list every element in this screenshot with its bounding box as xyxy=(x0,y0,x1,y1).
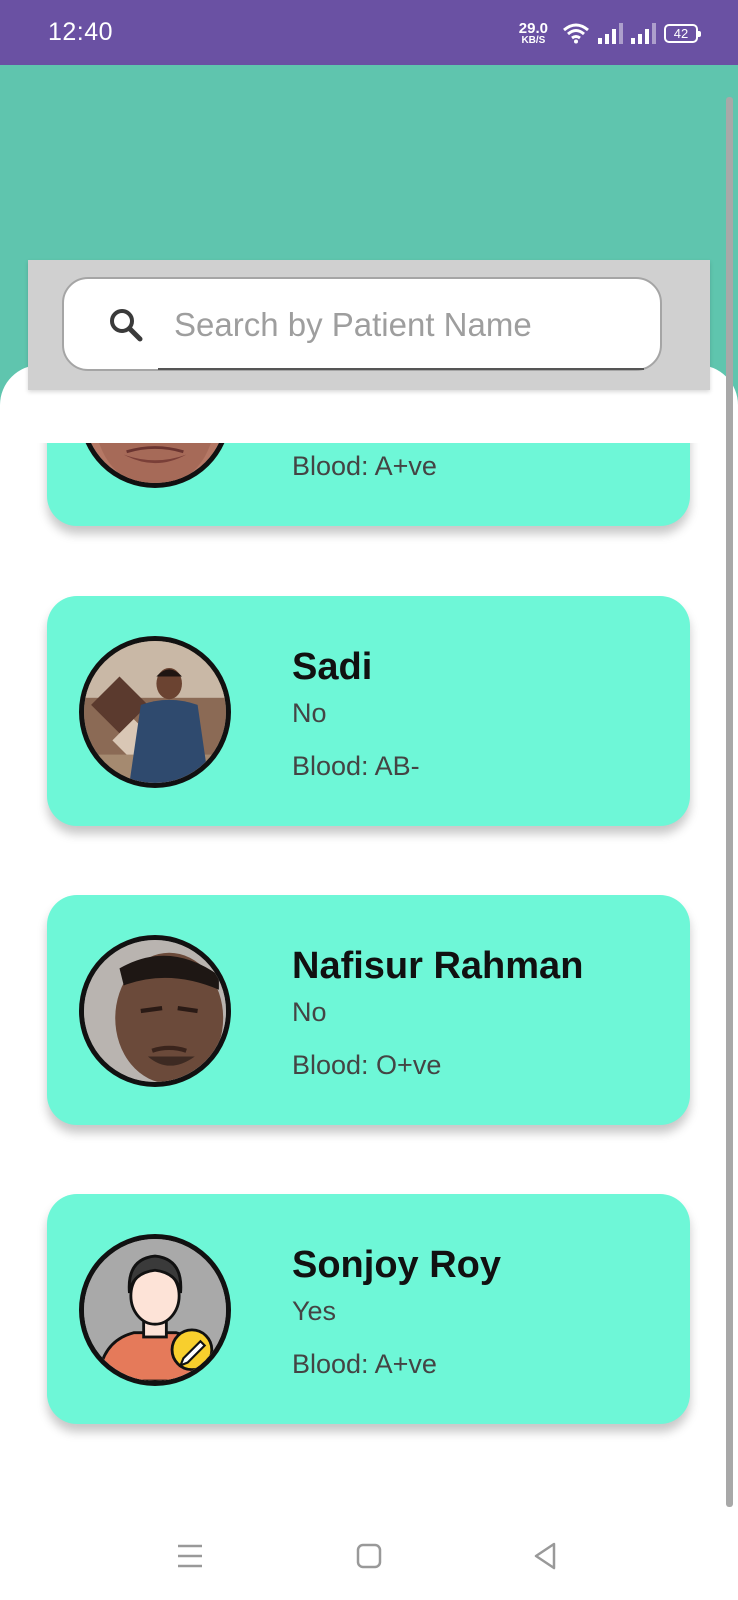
home-icon[interactable] xyxy=(349,1536,389,1576)
patient-avatar xyxy=(79,935,231,1087)
patient-blood-group: Blood: A+ve xyxy=(292,1349,437,1379)
status-bar: 12:40 29.0 KB/S 42 xyxy=(0,0,738,65)
patient-avatar xyxy=(79,1234,231,1386)
search-container xyxy=(28,260,710,390)
patient-card[interactable]: Sadi No Blood: AB- xyxy=(47,596,690,826)
patient-avatar xyxy=(79,443,231,488)
menu-icon[interactable] xyxy=(170,1536,210,1576)
network-speed-unit: KB/S xyxy=(521,34,546,46)
search-underline xyxy=(158,368,644,370)
status-time: 12:40 xyxy=(48,18,114,46)
patient-name: Sonjoy Roy xyxy=(292,1244,502,1286)
patient-name: Nafisur Rahman xyxy=(292,945,584,987)
patient-photo xyxy=(84,940,226,1082)
patient-avatar xyxy=(79,636,231,788)
patient-photo xyxy=(84,443,226,483)
patient-list[interactable]: Blood: A+ve Sadi No Blood: AB- Nafisur R… xyxy=(0,443,724,1503)
patient-blood-group: Blood: AB- xyxy=(292,751,420,781)
navigation-bar xyxy=(0,1510,738,1600)
signal-icon xyxy=(598,22,623,44)
patient-card[interactable]: Sonjoy Roy Yes Blood: A+ve xyxy=(47,1194,690,1424)
battery-icon: 42 xyxy=(664,23,701,43)
patient-status: No xyxy=(292,997,327,1027)
back-icon[interactable] xyxy=(526,1536,566,1576)
patient-blood-group: Blood: O+ve xyxy=(292,1050,442,1080)
network-speed: 29.0 KB/S xyxy=(519,21,548,46)
wifi-icon xyxy=(563,23,589,44)
search-field[interactable] xyxy=(62,277,662,371)
search-input[interactable] xyxy=(174,301,644,349)
patient-status: No xyxy=(292,698,327,728)
patient-card[interactable]: Blood: A+ve xyxy=(47,443,690,526)
signal-icon-2 xyxy=(631,22,656,44)
patient-blood-group: Blood: A+ve xyxy=(292,451,437,481)
status-icons: 29.0 KB/S 42 xyxy=(519,18,701,48)
default-user-edit-icon xyxy=(84,1239,226,1381)
patient-status: Yes xyxy=(292,1296,337,1326)
patient-name: Sadi xyxy=(292,646,373,688)
patient-photo xyxy=(84,641,226,783)
search-icon xyxy=(110,309,143,342)
patient-card[interactable]: Nafisur Rahman No Blood: O+ve xyxy=(47,895,690,1125)
network-speed-value: 29.0 xyxy=(518,19,548,37)
scrollbar[interactable] xyxy=(726,97,733,1507)
